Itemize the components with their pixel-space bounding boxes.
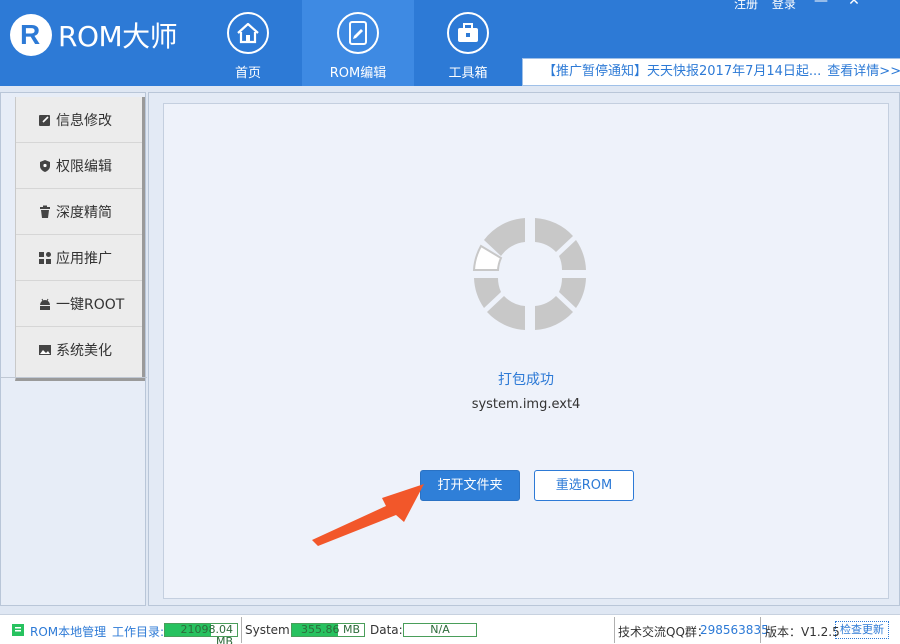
tab-rom-edit-label: ROM编辑 [329,66,387,81]
status-separator [614,617,615,643]
notice-more-link[interactable]: 查看详情>> [827,64,900,79]
sidebar-item-root[interactable]: 一键ROOT [16,281,142,327]
sidebar-item-slim[interactable]: 深度精简 [16,189,142,235]
notice-text: 【推广暂停通知】天天快报2017年7月14日起... [543,64,822,79]
open-folder-button[interactable]: 打开文件夹 [420,470,520,501]
toolbox-icon [447,12,489,54]
tab-toolbox[interactable]: 工具箱 [412,0,524,86]
qq-label: 技术交流QQ群： [618,625,709,639]
sidebar-item-app-promo[interactable]: 应用推广 [16,235,142,281]
status-bar: ROM本地管理 工作目录: 21098.04 MB System: 355.86… [0,614,900,644]
data-label: Data: [370,623,403,637]
sidebar-menu: 信息修改 权限编辑 深度精简 应用推广 一键ROOT 系统美化 [15,97,145,381]
logo-icon: R [10,14,52,56]
output-file-name: system.img.ext4 [471,397,581,412]
logo-letter: R [20,19,41,50]
home-icon [227,12,269,54]
sidebar-item-label: 深度精简 [56,204,112,221]
rom-local-manage-link[interactable]: ROM本地管理 [30,623,106,640]
content-area: 打包成功 system.img.ext4 打开文件夹 重选ROM [163,103,889,599]
sidebar-item-label: 系统美化 [56,343,112,359]
status-separator [760,617,761,643]
app-logo: R ROM大师 [10,14,178,56]
sidebar-item-label: 应用推广 [56,250,112,267]
register-link[interactable]: 注册 [734,0,758,11]
login-link[interactable]: 登录 [772,0,796,11]
sidebar: 信息修改 权限编辑 深度精简 应用推广 一键ROOT 系统美化 [0,92,147,606]
title-bar: R ROM大师 首页 ROM编辑 工具箱 注册 登录 — ✕ 【推广暂停通知】天… [0,0,900,86]
system-label: System: [245,623,294,637]
close-button[interactable]: ✕ [846,0,862,10]
system-value: 355.86 MB [300,623,360,636]
pointer-arrow-icon [312,484,424,546]
edit-icon [39,114,50,126]
main-panel: 打包成功 system.img.ext4 打开文件夹 重选ROM [148,92,900,606]
tab-toolbox-label: 工具箱 [448,66,488,81]
tab-rom-edit[interactable]: ROM编辑 [302,0,414,86]
sidebar-item-info-edit[interactable]: 信息修改 [16,97,142,143]
image-icon [39,345,51,355]
check-update-button[interactable]: 检查更新 [835,621,889,639]
tab-home-label: 首页 [234,66,261,81]
loading-spinner-icon [472,218,586,330]
sidebar-item-label: 信息修改 [56,112,112,129]
notice-banner[interactable]: 【推广暂停通知】天天快报2017年7月14日起... 查看详情>> [522,58,900,86]
version-text: 版本：V1.2.5 [765,625,840,639]
app-name: ROM大师 [58,20,178,53]
trash-icon [40,205,50,218]
system-meter: 355.86 MB [291,623,365,637]
android-icon [40,298,50,310]
data-value: N/A [430,623,450,636]
status-separator [241,617,242,643]
sidebar-item-permission[interactable]: 权限编辑 [16,143,142,189]
data-meter: N/A [403,623,477,637]
workdir-meter: 21098.04 MB [164,623,238,644]
reselect-rom-button[interactable]: 重选ROM [534,470,634,501]
account-links: 注册 登录 [734,0,806,12]
qq-number[interactable]: 298563835 [700,623,769,637]
rom-edit-icon [337,12,379,54]
sidebar-item-label: 一键ROOT [56,296,125,313]
shield-icon [40,159,50,172]
sidebar-item-beautify[interactable]: 系统美化 [16,327,142,373]
apps-icon [39,251,51,264]
storage-icon [12,624,24,636]
workdir-value: 21098.04 MB [180,623,234,644]
sidebar-item-label: 权限编辑 [56,158,112,175]
sidebar-divider [1,377,147,378]
minimize-button[interactable]: — [813,0,829,10]
tab-home[interactable]: 首页 [192,0,304,86]
workdir-label: 工作目录: [112,625,165,639]
pack-status-text: 打包成功 [498,372,554,388]
